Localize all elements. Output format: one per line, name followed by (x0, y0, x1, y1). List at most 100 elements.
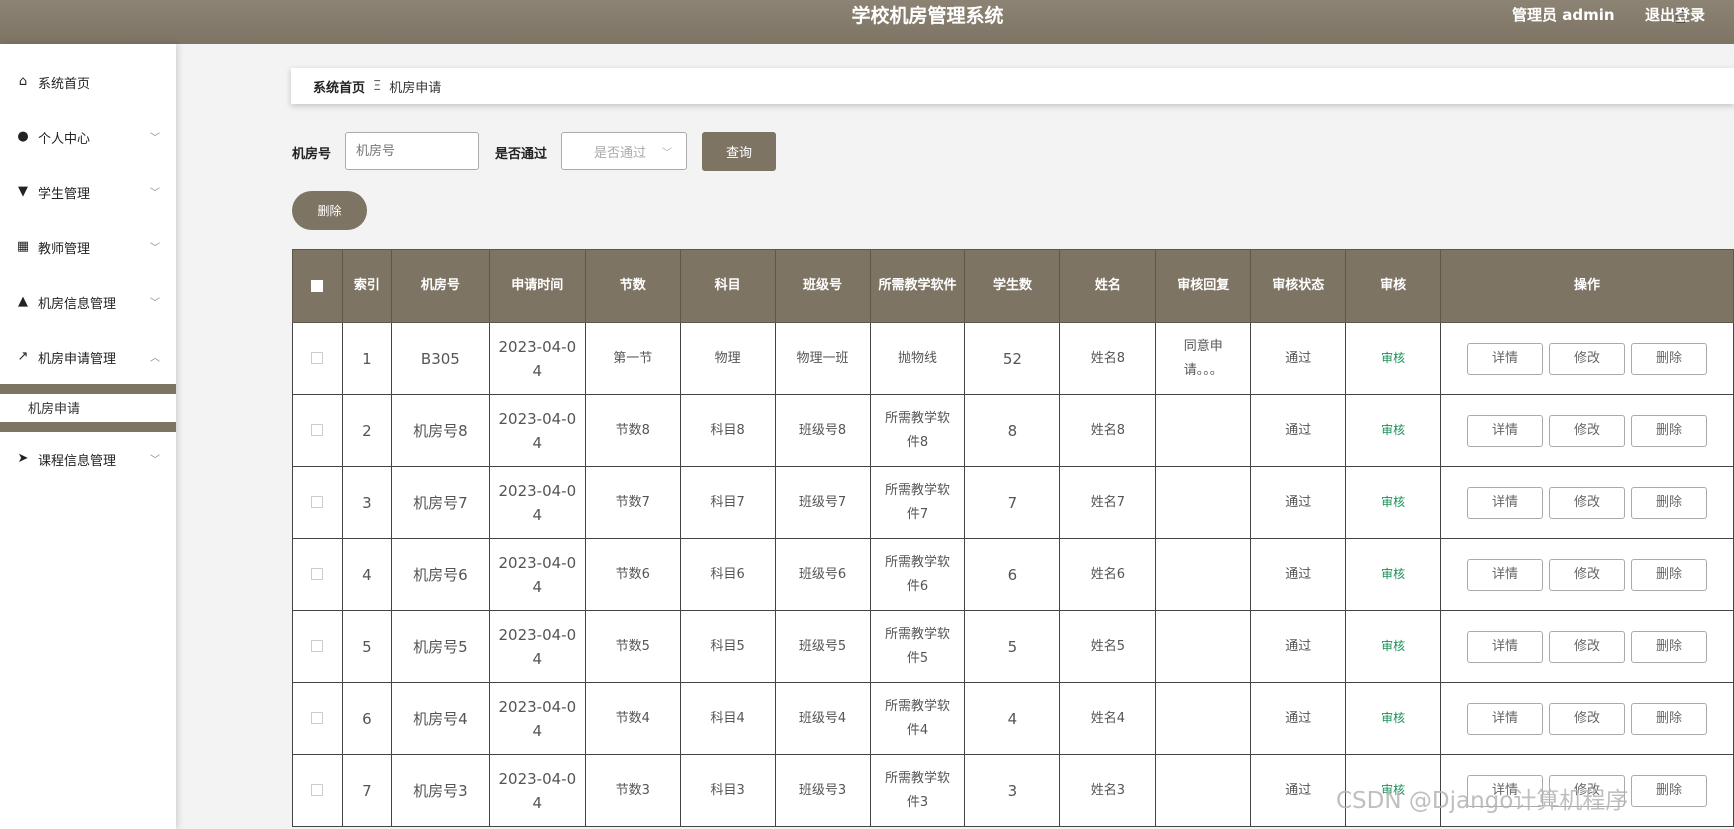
edit-button[interactable]: 修改 (1549, 414, 1626, 447)
subject-cell: 物理 (679, 322, 776, 395)
date-cell: 2023-04-0 4 (488, 754, 586, 827)
audit-link[interactable]: 审核 (1381, 711, 1405, 725)
detail-button[interactable]: 详情 (1467, 702, 1544, 735)
pass-status-label: 是否通过 (495, 147, 548, 162)
select-all-cell (292, 249, 343, 323)
students-cell: 8 (964, 394, 1061, 467)
subject-cell: 科目5 (679, 610, 776, 683)
sidebar-item-label: 机房申请管理 (38, 351, 117, 367)
students-cell: 5 (964, 610, 1061, 683)
date-line-1: 2023-04-0 (498, 697, 577, 716)
chevron-down-icon: ﹀ (150, 243, 160, 254)
sidebar-item-room-info[interactable]: ▲ 机房信息管理 ﹀ (0, 287, 176, 317)
students-cell: 52 (964, 322, 1061, 395)
edit-button[interactable]: 修改 (1549, 486, 1626, 519)
chevron-up-icon: ︿ (150, 353, 160, 364)
row-checkbox[interactable] (311, 496, 324, 508)
table-header-row: 索引 机房号 申请时间 节数 科目 班级号 所需教学软件 学生数 姓名 审核回复… (292, 249, 1734, 323)
sidebar-item-label: 课程信息管理 (38, 453, 117, 469)
software-line-1: 所需教学软 (884, 770, 950, 786)
select-all-checkbox[interactable] (311, 279, 324, 292)
date-line-1: 2023-04-0 (498, 481, 577, 500)
watermark: CSDN @Django计算机程序 (1336, 788, 1629, 814)
column-header: 学生数 (964, 249, 1061, 323)
date-cell: 2023-04-0 4 (488, 394, 586, 467)
audit-link[interactable]: 审核 (1381, 351, 1405, 365)
audit-link[interactable]: 审核 (1381, 639, 1405, 653)
room-cell: 机房号3 (390, 754, 490, 827)
breadcrumb-home[interactable]: 系统首页 (313, 77, 365, 96)
software-line-2: 件6 (906, 578, 929, 594)
submenu-highlight (0, 422, 176, 432)
breadcrumb: 系统首页 Ξ 机房申请 (291, 68, 1734, 104)
delete-button[interactable]: 删除 (1631, 558, 1708, 591)
name-cell: 姓名3 (1059, 754, 1157, 827)
sidebar-item-home[interactable]: ⌂ 系统首页 (0, 67, 176, 97)
sidebar-item-room-apply[interactable]: ↗ 机房申请管理 ︿ (0, 342, 176, 372)
row-checkbox[interactable] (311, 568, 324, 580)
row-checkbox[interactable] (311, 352, 324, 364)
edit-button[interactable]: 修改 (1549, 630, 1626, 663)
sidebar-item-students[interactable]: ▼ 学生管理 ﹀ (0, 177, 176, 207)
delete-button[interactable]: 删除 (1631, 414, 1708, 447)
subject-cell: 科目3 (679, 754, 776, 827)
edit-button[interactable]: 修改 (1549, 558, 1626, 591)
sidebar-item-teachers[interactable]: ▦ 教师管理 ﹀ (0, 232, 176, 262)
name-cell: 姓名5 (1059, 610, 1157, 683)
table-row: 5 机房号5 2023-04-0 4 节数5 科目5 班级号5 所需教学软 件5 5 姓名5 通过 审核… (292, 610, 1734, 683)
detail-button[interactable]: 详情 (1467, 486, 1544, 519)
class-cell: 班级号6 (774, 538, 871, 611)
room-number-label: 机房号 (292, 147, 332, 162)
pass-status-select[interactable]: 是否通过 ﹀ (561, 132, 687, 170)
detail-button[interactable]: 详情 (1467, 342, 1544, 375)
name-cell: 姓名8 (1059, 394, 1157, 467)
audit-link[interactable]: 审核 (1381, 423, 1405, 437)
reply-cell: 同意申 请。。。 (1155, 322, 1252, 395)
detail-button[interactable]: 详情 (1467, 630, 1544, 663)
class-cell: 班级号5 (774, 610, 871, 683)
column-header: 所需教学软件 (869, 249, 966, 323)
edit-button[interactable]: 修改 (1549, 702, 1626, 735)
class-cell: 班级号3 (774, 754, 871, 827)
row-checkbox[interactable] (311, 424, 324, 436)
session-cell: 节数6 (584, 538, 681, 611)
table-row: 6 机房号4 2023-04-0 4 节数4 科目4 班级号4 所需教学软 件4 4 姓名4 通过 审核… (292, 682, 1734, 755)
room-cell: 机房号5 (390, 610, 490, 683)
detail-button[interactable]: 详情 (1467, 414, 1544, 447)
edit-button[interactable]: 修改 (1549, 342, 1626, 375)
delete-button[interactable]: 删除 (1631, 486, 1708, 519)
room-cell: 机房号4 (390, 682, 490, 755)
sidebar-item-courses[interactable]: ➤ 课程信息管理 ﹀ (0, 444, 176, 474)
row-checkbox[interactable] (311, 712, 324, 724)
software-line-1: 抛物线 (897, 350, 937, 366)
row-checkbox[interactable] (311, 640, 324, 652)
chevron-down-icon: ﹀ (150, 188, 160, 199)
delete-button[interactable]: 删除 (1631, 630, 1708, 663)
name-cell: 姓名7 (1059, 466, 1157, 539)
batch-delete-button[interactable]: 删除 (292, 191, 367, 230)
grid-icon: ▦ (16, 239, 30, 254)
row-checkbox[interactable] (311, 784, 324, 796)
audit-link[interactable]: 审核 (1381, 567, 1405, 581)
index-cell: 4 (341, 538, 392, 611)
delete-button[interactable]: 删除 (1631, 342, 1708, 375)
mouse-cursor-icon: ☝ (1675, 7, 1686, 28)
audit-link[interactable]: 审核 (1381, 495, 1405, 509)
delete-button[interactable]: 删除 (1631, 774, 1708, 807)
table-row: 2 机房号8 2023-04-0 4 节数8 科目8 班级号8 所需教学软 件8 8 姓名8 通过 审核… (292, 394, 1734, 467)
admin-user-label: 管理员 admin (1512, 6, 1615, 24)
chevron-down-icon: ﹀ (150, 455, 160, 466)
row-select-cell (292, 610, 343, 683)
column-header: 索引 (341, 249, 392, 323)
query-button[interactable]: 查询 (702, 132, 776, 171)
delete-button[interactable]: 删除 (1631, 702, 1708, 735)
date-line-2: 4 (532, 649, 543, 668)
reply-cell (1155, 466, 1252, 539)
sidebar-item-personal[interactable]: ● 个人中心 ﹀ (0, 122, 176, 152)
sidebar-subitem-room-apply[interactable]: 机房申请 (28, 398, 80, 417)
date-line-1: 2023-04-0 (498, 409, 577, 428)
actions-cell: 详情 修改 删除 (1440, 322, 1734, 395)
detail-button[interactable]: 详情 (1467, 558, 1544, 591)
user-icon: ● (17, 129, 29, 144)
room-number-input[interactable] (345, 132, 479, 170)
